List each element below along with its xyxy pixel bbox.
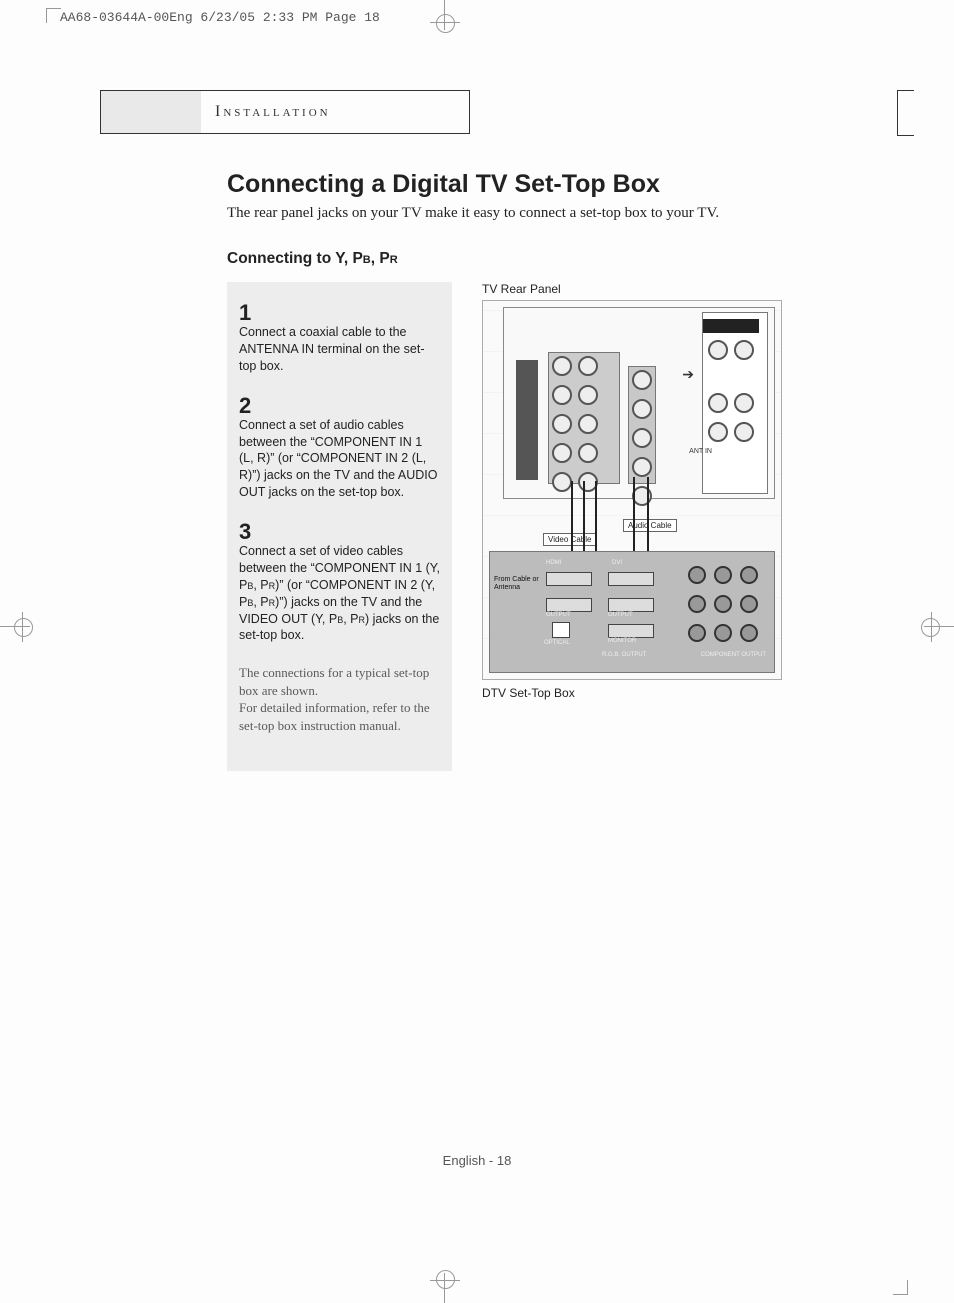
video-cable-label: Video Cable	[543, 533, 596, 546]
section-header-right-stub	[897, 90, 914, 136]
stb-output2-label: OUTPUT	[608, 612, 633, 618]
step-number-2: 2	[239, 393, 440, 419]
crop-mark-left	[0, 612, 40, 642]
subheading: Connecting to Y, PB, PR	[227, 250, 797, 268]
connection-diagram: ➔ ANT IN Video Cable Audio Cable	[482, 300, 782, 680]
subhead-part: Connecting to Y, P	[227, 250, 363, 267]
section-header-label: Installation	[201, 103, 331, 121]
audio-cable-label: Audio Cable	[623, 519, 677, 532]
crop-mark-bottom	[430, 1263, 460, 1303]
corner-mark-bottom-right	[893, 1280, 908, 1295]
subhead-part: , P	[371, 250, 390, 267]
st3-k: , P	[343, 612, 358, 626]
av-in-label	[703, 319, 759, 333]
print-header: AA68-03644A-00Eng 6/23/05 2:33 PM Page 1…	[60, 10, 380, 25]
note-line-2: For detailed information, refer to the s…	[239, 700, 430, 733]
diagram-top-label: TV Rear Panel	[482, 282, 782, 296]
crop-mark-top	[430, 0, 460, 40]
stb-monitor-label: MONITOR	[608, 638, 636, 644]
stb-rgb-label: R.G.B. OUTPUT	[602, 652, 646, 658]
st3-g: , P	[253, 595, 268, 609]
steps-column: 1 Connect a coaxial cable to the ANTENNA…	[227, 282, 452, 771]
diagram-column: TV Rear Panel ➔	[482, 282, 782, 771]
ant-in-label: ANT IN	[689, 448, 712, 455]
stb-component-label: COMPONENT OUTPUT	[701, 652, 766, 658]
stb-output1-label: OUTPUT	[546, 612, 571, 618]
from-cable-label: From Cable or Antenna	[494, 576, 539, 591]
subhead-sub-b: B	[363, 254, 371, 266]
stb-hdmi-label: HDMI	[546, 560, 561, 566]
corner-mark-top-left	[46, 8, 61, 23]
subhead-sub-r: R	[390, 254, 398, 266]
page-title: Connecting a Digital TV Set-Top Box	[227, 170, 797, 199]
step-text-3: Connect a set of video cables between th…	[239, 543, 440, 644]
section-header: Installation	[100, 90, 470, 134]
step-number-3: 3	[239, 519, 440, 545]
intro-text: The rear panel jacks on your TV make it …	[227, 205, 797, 222]
st3-c: , P	[253, 578, 268, 592]
tv-rear-panel: ➔ ANT IN	[503, 307, 775, 499]
step-text-2: Connect a set of audio cables between th…	[239, 417, 440, 501]
note-text: The connections for a typical set-top bo…	[239, 664, 440, 734]
page-footer: English - 18	[0, 1153, 954, 1168]
note-line-1: The connections for a typical set-top bo…	[239, 665, 429, 698]
arrow-icon: ➔	[682, 366, 694, 383]
step-number-1: 1	[239, 300, 440, 326]
crop-mark-right	[914, 612, 954, 642]
set-top-box: From Cable or Antenna HDMI DVI OUTPUT OU…	[489, 551, 775, 673]
stb-dvi-label: DVI	[612, 560, 622, 566]
step-text-1: Connect a coaxial cable to the ANTENNA I…	[239, 324, 440, 375]
stb-optical-label: OPTICAL	[544, 640, 570, 646]
diagram-bottom-label: DTV Set-Top Box	[482, 686, 782, 700]
